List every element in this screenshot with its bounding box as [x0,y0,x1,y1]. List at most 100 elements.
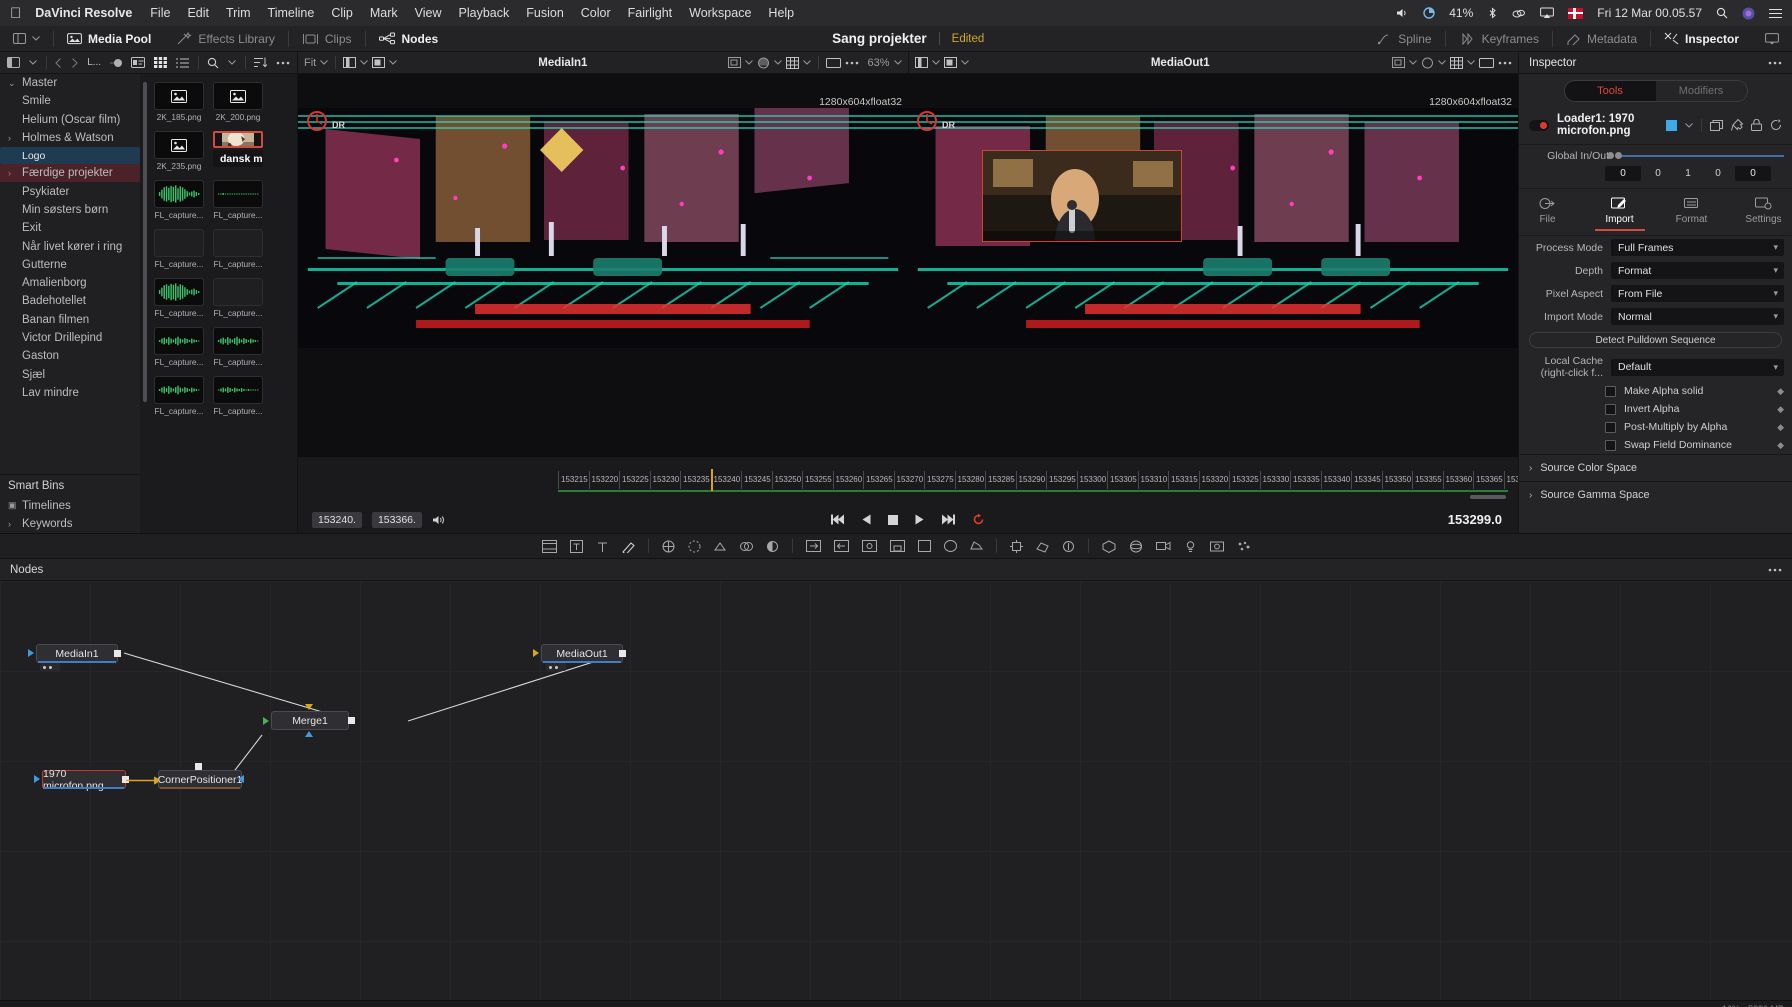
more-options-icon[interactable] [1768,61,1782,65]
menu-fairlight[interactable]: Fairlight [628,6,672,20]
smart-bin-item-0[interactable]: ▣ Timelines [0,496,140,514]
grid-overlay-icon[interactable] [1450,56,1463,69]
bin-item-2[interactable]: Helium (Oscar film) [0,111,140,129]
in-point-timecode[interactable]: 153240. [312,511,362,528]
chevron-down-icon[interactable] [1467,60,1475,65]
bin-item-8[interactable]: Exit [0,219,140,237]
field-select[interactable]: From File ▾ [1611,285,1784,302]
bin-item-12[interactable]: Badehotellet [0,292,140,310]
menu-fusion[interactable]: Fusion [526,6,564,20]
menu-trim[interactable]: Trim [226,6,251,20]
light-tool-icon[interactable] [1184,540,1197,553]
vertical-scrollbar[interactable] [143,82,147,402]
field-select[interactable]: Full Frames ▾ [1611,239,1784,256]
keyframe-diamond-icon[interactable]: ◆ [1777,440,1784,451]
node-mediaout1-output-handle[interactable] [619,650,626,657]
inspector-checkbox-row[interactable]: Swap Field Dominance ◆ [1519,436,1792,454]
stop-button[interactable] [888,514,898,525]
keyframe-diamond-icon[interactable]: ◆ [1777,422,1784,433]
viewer-layout-icon[interactable] [943,57,957,68]
split-view-icon[interactable] [914,57,928,68]
keyframes-button[interactable]: Keyframes [1446,26,1552,52]
node-cornerpositioner1[interactable]: CornerPositioner1 [158,770,242,789]
menu-clip[interactable]: Clip [331,6,353,20]
volume-icon[interactable] [1396,7,1409,19]
subtab-file[interactable]: File [1523,196,1573,231]
lut-icon[interactable] [728,57,742,68]
twisty-closed-icon[interactable]: › [8,133,22,143]
three-d-shape-icon[interactable] [1129,540,1143,553]
play-reverse-button[interactable] [862,514,871,525]
menu-file[interactable]: File [150,6,170,20]
chevron-down-icon[interactable] [931,60,940,65]
clip-thumbnail[interactable]: FL_capture... [154,376,204,416]
camera-tool-icon[interactable] [1155,540,1171,552]
node-mediaout1-knobs[interactable] [546,663,566,671]
menu-view[interactable]: View [415,6,442,20]
blur-tool-icon[interactable] [688,540,701,553]
node-merge1-mask-input[interactable] [305,731,313,737]
chevron-down-icon[interactable] [1438,60,1446,65]
subtab-format[interactable]: Format [1667,196,1717,231]
menu-help[interactable]: Help [768,6,794,20]
clip-thumbnail[interactable]: 2K_185.png [154,82,204,122]
apple-logo-icon[interactable]:  [10,6,21,21]
smart-bin-item-1[interactable]: › Keywords [0,515,140,533]
node-mediain1[interactable]: MediaIn1 [36,644,118,663]
more-options-icon[interactable] [1768,568,1782,572]
subtab-import[interactable]: Import [1594,196,1645,231]
bin-item-14[interactable]: Victor Drillepind [0,329,140,347]
bin-item-3[interactable]: › Holmes & Watson [0,129,140,147]
checkbox[interactable] [1605,421,1616,433]
tool-enable-toggle[interactable] [1529,119,1549,131]
bin-item-13[interactable]: Banan filmen [0,311,140,329]
airplay-icon[interactable] [1540,7,1555,19]
color-wheel-icon[interactable] [1421,56,1434,69]
clip-thumbnail[interactable]: FL_capture... [154,327,204,367]
local-cache-select[interactable]: Default ▾ [1611,358,1784,376]
audio-mute-icon[interactable] [432,514,446,526]
inspector-checkbox-row[interactable]: Post-Multiply by Alpha ◆ [1519,418,1792,436]
node-merge1-foreground-input[interactable] [305,704,313,710]
right-viewer[interactable]: 1280x604xfloat32 DR [908,74,1518,456]
field-select[interactable]: Normal ▾ [1611,308,1784,325]
paint-tool-icon[interactable] [621,540,635,553]
checkbox[interactable] [1605,403,1616,415]
bin-item-7[interactable]: Min søsters børn [0,201,140,219]
node-cornerpositioner1-output-handle[interactable] [195,763,202,770]
jump-start-button[interactable] [831,514,845,525]
text-tool-icon[interactable] [569,539,583,553]
rectangle-mask-icon[interactable] [917,540,931,552]
fullscreen-toggle-button[interactable] [1752,26,1792,52]
clip-thumbnail[interactable]: FL_capture... [154,180,204,220]
stabilizer-icon[interactable] [1062,540,1075,553]
metadata-view-icon[interactable] [130,57,145,68]
bin-item-16[interactable]: Sjæl [0,365,140,383]
background-tool-icon[interactable] [541,539,557,553]
node-merge1-output-handle[interactable] [348,717,355,724]
transform-tool-icon[interactable] [713,540,727,553]
global-value-3[interactable]: 0 [1705,166,1731,181]
particle-tool-icon[interactable] [1237,540,1251,553]
left-viewer[interactable]: 1280x604xfloat32 DR [298,74,908,456]
chevron-down-icon[interactable] [1685,122,1693,128]
forward-arrow-icon[interactable] [71,57,78,68]
keyframe-diamond-icon[interactable]: ◆ [1777,404,1784,415]
node-graph-canvas[interactable]: MediaIn1 MediaOut1 Merge1 1970 microfon.… [0,581,1792,1000]
search-icon[interactable] [207,57,219,69]
keyboard-flag-icon[interactable] [1568,7,1584,19]
subtab-settings[interactable]: Settings [1739,196,1789,231]
inspector-section-row[interactable]: › Source Color Space [1519,454,1792,481]
chevron-down-icon[interactable] [960,60,969,65]
tab-modifiers[interactable]: Modifiers [1655,80,1748,102]
planar-tracker-icon[interactable] [1035,540,1049,553]
bin-item-6[interactable]: Psykiater [0,182,140,200]
timeline-ruler[interactable]: 153215 153220 153225 153230 153235 153240 1532… [298,456,1518,506]
field-select[interactable]: Format ▾ [1611,262,1784,279]
three-d-tool-icon[interactable] [1102,539,1116,553]
more-options-icon[interactable] [1498,61,1512,65]
chevron-down-icon[interactable] [29,60,37,65]
lut-icon[interactable] [1392,57,1405,68]
node-mediain1-knobs[interactable] [40,663,60,671]
bin-item-1[interactable]: Smile [0,92,140,110]
